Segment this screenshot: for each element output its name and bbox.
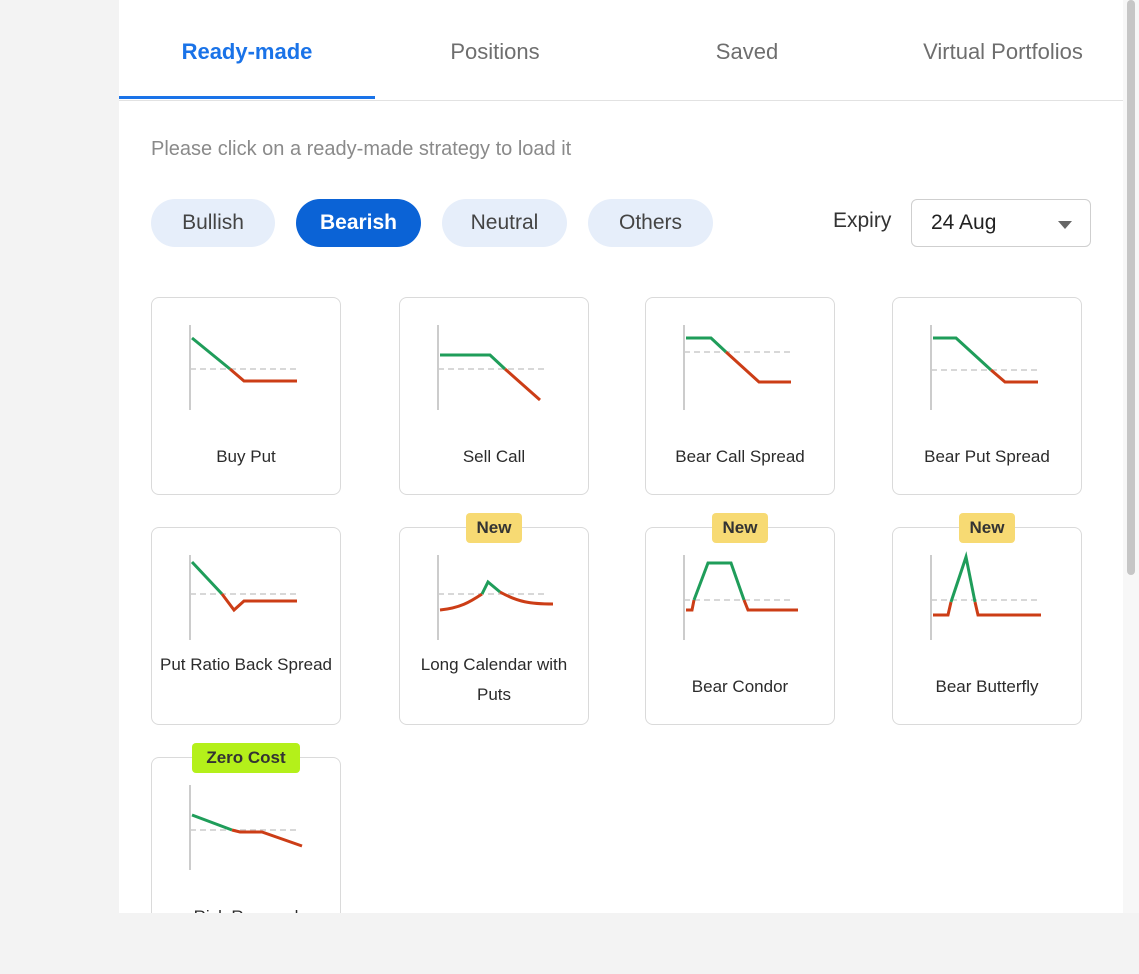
expiry-dropdown[interactable]: 24 Aug: [911, 199, 1091, 247]
bear-condor-payoff-icon: [683, 555, 798, 640]
strategy-card-put-ratio-back-spread[interactable]: Put Ratio Back Spread: [151, 527, 341, 725]
tab-saved[interactable]: Saved: [627, 0, 867, 100]
scrollbar-thumb[interactable]: [1127, 0, 1135, 575]
buy-put-payoff-icon: [189, 325, 297, 410]
expiry-value: 24 Aug: [931, 211, 997, 234]
strategy-card-bear-call-spread[interactable]: Bear Call Spread: [645, 297, 835, 495]
strategy-name: Buy Put: [216, 447, 276, 466]
new-badge: New: [959, 513, 1015, 543]
strategy-name: Sell Call: [462, 447, 526, 466]
filter-bullish[interactable]: Bullish: [151, 199, 275, 247]
put-ratio-back-spread-payoff-icon: [189, 555, 297, 640]
bear-butterfly-payoff-icon: [930, 551, 1041, 640]
strategy-card-buy-put[interactable]: Buy Put: [151, 297, 341, 495]
bear-put-spread-payoff-icon: [930, 325, 1038, 410]
new-badge: New: [466, 513, 522, 543]
strategy-name: Long Calendar with Puts: [420, 655, 568, 704]
new-badge: New: [712, 513, 768, 543]
hint-text: Please click on a ready-made strategy to…: [151, 138, 572, 160]
filter-neutral[interactable]: Neutral: [442, 199, 567, 247]
strategy-card-long-calendar-with-puts[interactable]: New Long Calendar with Puts: [399, 513, 589, 725]
strategy-name: Bear Butterfly: [935, 677, 1039, 696]
bear-call-spread-payoff-icon: [683, 325, 791, 410]
risk-reversal-payoff-icon: [189, 785, 303, 870]
strategy-name: Put Ratio Back Spread: [160, 655, 332, 674]
caret-down-icon: [1058, 221, 1072, 229]
tab-positions[interactable]: Positions: [375, 0, 615, 100]
strategy-card-sell-call[interactable]: Sell Call: [399, 297, 589, 495]
strategy-card-bear-butterfly[interactable]: New Bear Butterfly: [892, 513, 1082, 725]
strategy-card-risk-reversal[interactable]: Zero Cost Risk Reversal: [151, 743, 341, 913]
strategy-name: Bear Call Spread: [675, 447, 805, 466]
zero-cost-badge: Zero Cost: [192, 743, 300, 773]
sell-call-payoff-icon: [437, 325, 545, 410]
tab-virtual-portfolios[interactable]: Virtual Portfolios: [883, 0, 1123, 100]
strategy-card-bear-condor[interactable]: New Bear Condor: [645, 513, 835, 725]
strategy-name: Bear Put Spread: [924, 447, 1050, 466]
filter-bearish[interactable]: Bearish: [296, 199, 421, 247]
long-calendar-payoff-icon: [437, 555, 554, 640]
strategy-name: Risk Reversal: [158, 902, 334, 913]
strategy-card-bear-put-spread[interactable]: Bear Put Spread: [892, 297, 1082, 495]
expiry-label: Expiry: [833, 209, 892, 232]
filter-others[interactable]: Others: [588, 199, 713, 247]
strategy-name: Bear Condor: [691, 677, 789, 696]
tab-bar: Ready-made Positions Saved Virtual Portf…: [119, 0, 1123, 101]
tab-ready-made[interactable]: Ready-made: [119, 0, 375, 100]
active-tab-indicator: [119, 96, 375, 99]
strategy-panel: Ready-made Positions Saved Virtual Portf…: [119, 0, 1123, 913]
page-background: [0, 913, 1139, 974]
